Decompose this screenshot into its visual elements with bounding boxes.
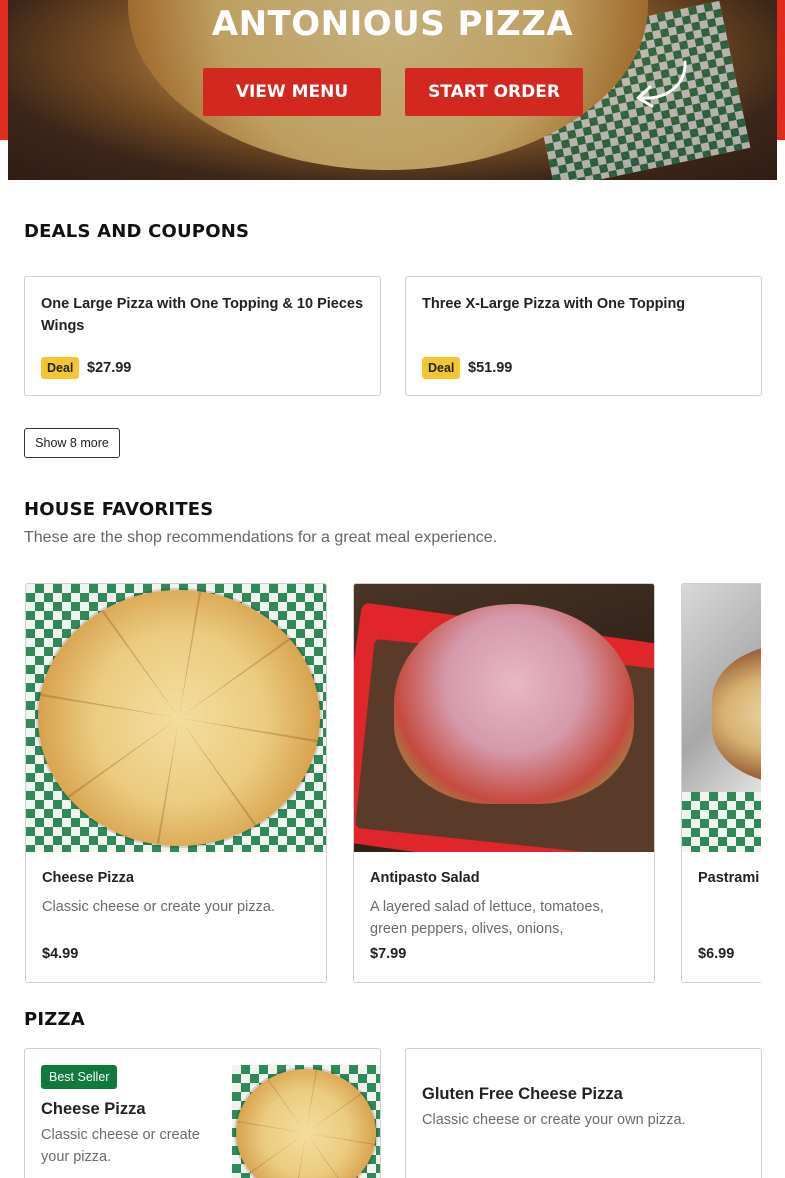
- hero-banner: ANTONIOUS PIZZA VIEW MENU START ORDER: [8, 0, 777, 180]
- pizza-item-name: Gluten Free Cheese Pizza: [422, 1085, 623, 1103]
- deal-badge: Deal: [41, 357, 80, 379]
- restaurant-title: ANTONIOUS PIZZA: [211, 4, 574, 44]
- pizza-heading: PIZZA: [24, 1009, 85, 1030]
- favorite-name: Pastrami Sandwich: [698, 870, 761, 886]
- favorites-carousel[interactable]: Cheese Pizza Classic cheese or create yo…: [24, 583, 761, 983]
- curved-arrow-left-icon: [636, 60, 687, 108]
- deal-title: One Large Pizza with One Topping & 10 Pi…: [41, 296, 364, 334]
- favorite-name: Cheese Pizza: [42, 870, 134, 886]
- cheese-pizza-thumbnail: [232, 1065, 380, 1178]
- pizza-item-description: Classic cheese or create your own pizza.: [422, 1112, 686, 1128]
- view-menu-button[interactable]: VIEW MENU: [203, 68, 381, 116]
- favorite-card[interactable]: Pastrami Sandwich $6.99: [681, 583, 761, 983]
- start-order-button[interactable]: START ORDER: [405, 68, 583, 116]
- deal-card[interactable]: Three X-Large Pizza with One Topping Dea…: [405, 276, 762, 396]
- deal-title: Three X-Large Pizza with One Topping: [422, 296, 686, 312]
- pizza-item-name: Cheese Pizza: [41, 1100, 146, 1118]
- favorites-subheading: These are the shop recommendations for a…: [24, 529, 498, 546]
- favorite-price: $4.99: [42, 946, 79, 962]
- deal-card[interactable]: One Large Pizza with One Topping & 10 Pi…: [24, 276, 381, 396]
- favorite-card[interactable]: Cheese Pizza Classic cheese or create yo…: [25, 583, 327, 983]
- antipasto-salad-image: [354, 584, 654, 852]
- pizza-item-card[interactable]: Gluten Free Cheese Pizza Classic cheese …: [405, 1048, 762, 1178]
- favorite-name: Antipasto Salad: [370, 870, 480, 886]
- deals-heading: DEALS AND COUPONS: [24, 221, 250, 242]
- pizza-item-description: Classic cheese or create your pizza.: [41, 1127, 200, 1165]
- pastrami-sandwich-image: [682, 584, 761, 852]
- best-seller-badge: Best Seller: [41, 1065, 118, 1089]
- favorite-price: $7.99: [370, 946, 407, 962]
- favorite-description: Classic cheese or create your pizza.: [42, 899, 275, 915]
- deal-price: $27.99: [87, 360, 132, 376]
- deal-badge: Deal: [422, 357, 461, 379]
- pizza-item-card[interactable]: Best Seller Cheese Pizza Classic cheese …: [24, 1048, 381, 1178]
- cheese-pizza-image: [26, 584, 326, 852]
- favorite-card[interactable]: Antipasto Salad A layered salad of lettu…: [353, 583, 655, 983]
- deal-price: $51.99: [468, 360, 513, 376]
- show-more-deals-button[interactable]: Show 8 more: [24, 428, 120, 458]
- favorites-heading: HOUSE FAVORITES: [24, 499, 214, 520]
- favorite-price: $6.99: [698, 946, 735, 962]
- favorite-description: A layered salad of lettuce, tomatoes, gr…: [370, 899, 604, 937]
